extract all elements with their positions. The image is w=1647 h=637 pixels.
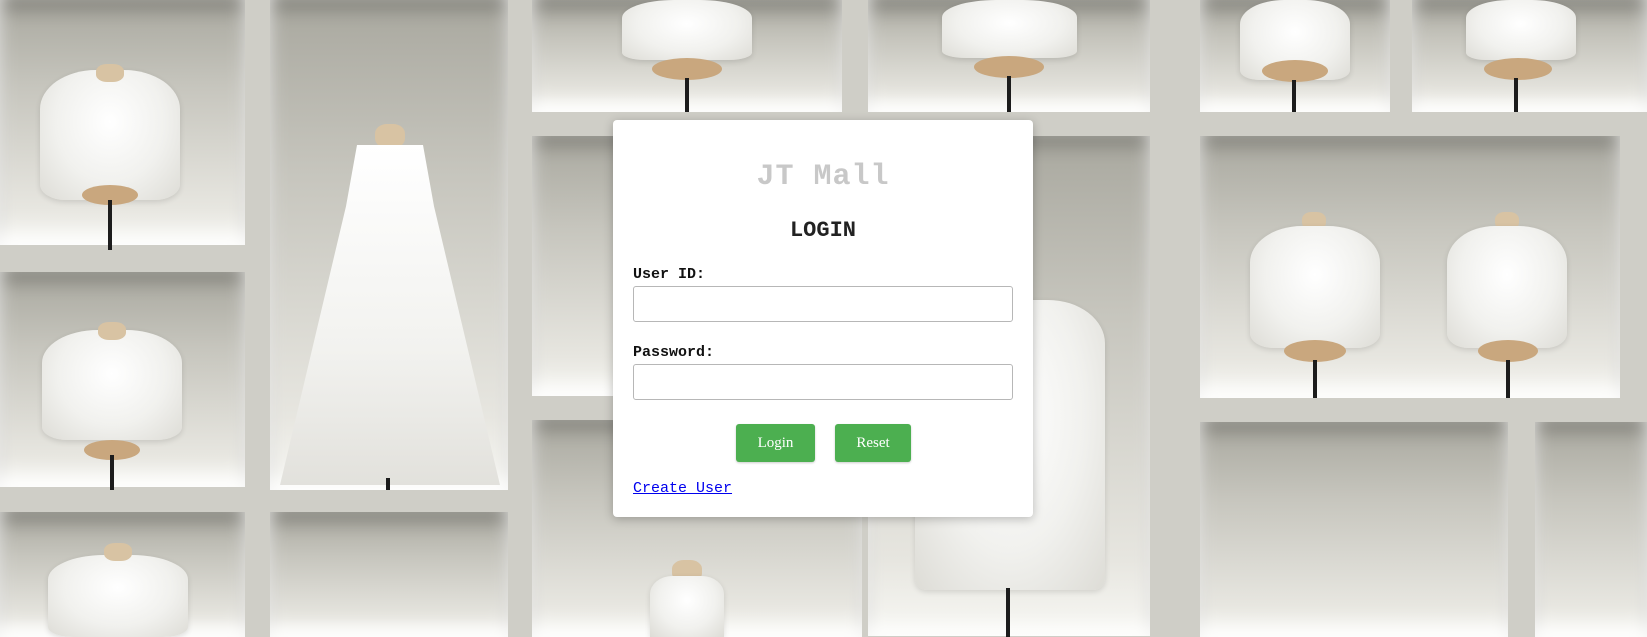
login-button[interactable]: Login (736, 424, 815, 462)
user-id-input[interactable] (633, 286, 1013, 322)
create-user-link[interactable]: Create User (633, 480, 732, 497)
user-id-label: User ID: (633, 266, 706, 283)
password-label: Password: (633, 344, 715, 361)
reset-button[interactable]: Reset (835, 424, 911, 462)
brand-title: JT Mall (756, 160, 890, 194)
login-heading: LOGIN (789, 218, 856, 243)
password-input[interactable] (633, 364, 1013, 400)
login-card: JT Mall LOGIN User ID: Password: Login R… (613, 120, 1033, 517)
